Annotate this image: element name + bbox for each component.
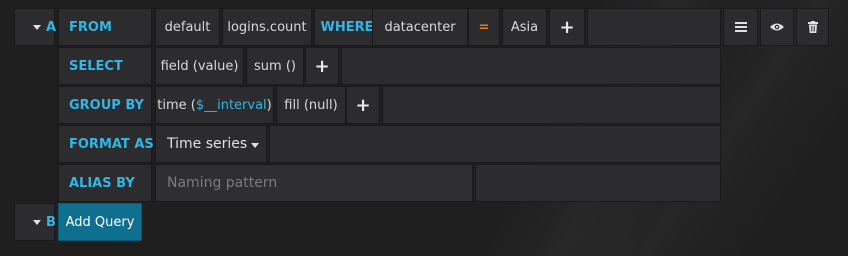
delete-query-button[interactable]	[796, 8, 829, 46]
trash-icon	[807, 21, 818, 33]
group-by-label: GROUP BY	[58, 86, 152, 124]
query-a-collapse-toggle[interactable]: A	[14, 8, 57, 46]
format-as-row-filler	[269, 125, 721, 163]
eye-icon	[770, 23, 784, 31]
add-select-button[interactable]: +	[305, 47, 339, 85]
group-by-time-segment[interactable]: time ($__interval)	[155, 86, 274, 124]
format-as-select[interactable]: Time series	[155, 125, 267, 163]
from-row-filler	[587, 8, 721, 46]
format-as-label: FORMAT AS	[58, 125, 154, 163]
add-query-button[interactable]: Add Query	[58, 203, 142, 241]
select-label: SELECT	[58, 47, 152, 85]
group-by-time-suffix: )	[266, 97, 272, 113]
group-by-interval-variable: $__interval	[195, 97, 267, 113]
select-aggregation-segment[interactable]: sum ()	[246, 47, 304, 85]
where-operator-segment[interactable]: =	[468, 8, 500, 46]
query-a-ref-id: A	[46, 19, 57, 35]
group-by-row-filler	[382, 86, 721, 124]
caret-down-icon	[33, 24, 41, 30]
alias-by-label: ALIAS BY	[58, 164, 152, 202]
query-b-collapse-toggle[interactable]: B	[14, 203, 56, 241]
add-group-by-button[interactable]: +	[346, 86, 380, 124]
from-label: FROM	[58, 8, 152, 46]
where-tag-key-segment[interactable]: datacenter	[372, 8, 468, 46]
from-measurement-segment[interactable]: logins.count	[222, 8, 312, 46]
from-policy-segment[interactable]: default	[155, 8, 220, 46]
toggle-visibility-button[interactable]	[760, 8, 794, 46]
select-row-filler	[341, 47, 721, 85]
group-by-time-prefix: time (	[157, 97, 196, 113]
group-by-fill-segment[interactable]: fill (null)	[276, 86, 346, 124]
query-b-ref-id: B	[46, 214, 56, 230]
where-keyword: WHERE	[314, 8, 380, 46]
chevron-down-icon	[251, 143, 259, 148]
where-tag-value-segment[interactable]: Asia	[502, 8, 547, 46]
hamburger-icon	[734, 22, 747, 32]
alias-by-row-filler	[475, 164, 721, 202]
caret-down-icon	[33, 219, 41, 225]
select-field-segment[interactable]: field (value)	[155, 47, 244, 85]
format-as-selected-value: Time series	[167, 136, 248, 152]
alias-by-input[interactable]: Naming pattern	[155, 164, 473, 202]
query-menu-button[interactable]	[723, 8, 758, 46]
add-where-button[interactable]: +	[549, 8, 585, 46]
